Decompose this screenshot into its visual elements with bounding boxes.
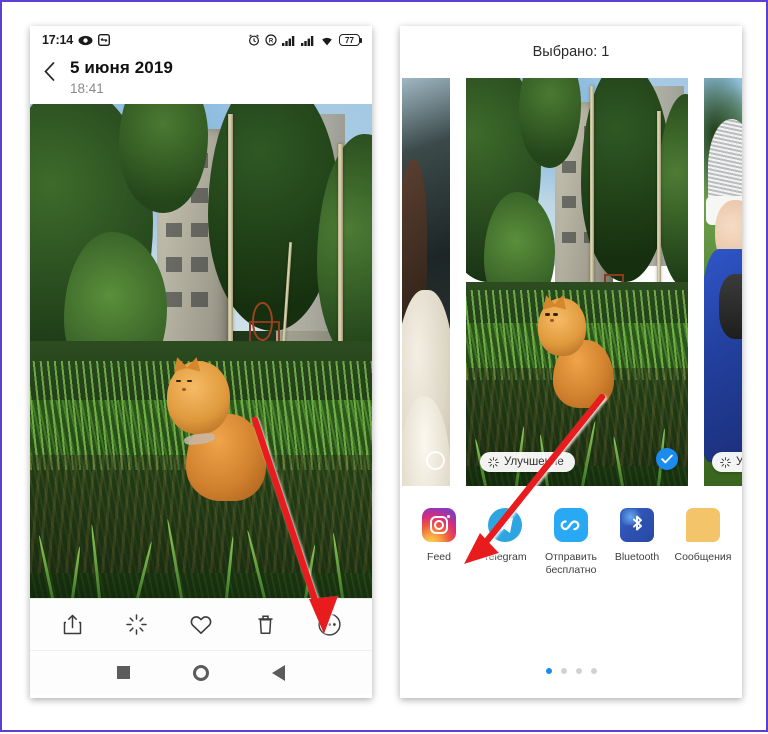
share-app-label: Telegram	[483, 551, 527, 563]
telegram-icon	[488, 508, 522, 542]
right-phone-panel: Выбрано: 1 Улучшение У Feed Telegram Отп…	[400, 26, 742, 698]
status-bar-left: 17:14	[42, 33, 110, 47]
circle-icon	[192, 664, 209, 681]
photo-header-texts: 5 июня 2019 18:41	[70, 58, 173, 96]
thumbnail-cat[interactable]: Улучшение	[466, 78, 688, 486]
dnd-icon: R	[265, 34, 277, 46]
sparkle-icon	[720, 456, 731, 468]
photo-playground-ring	[252, 301, 273, 342]
share-app-row: Feed Telegram Отправить бесплатно Blueto…	[406, 508, 736, 577]
share-app-label: Сообщения	[674, 551, 732, 563]
share-app-shareme[interactable]: Отправить бесплатно	[541, 508, 601, 577]
check-circle-icon[interactable]	[656, 448, 678, 470]
home-button[interactable]	[192, 664, 209, 681]
enhance-chip-label: Улучшение	[504, 456, 564, 468]
recents-button[interactable]	[117, 666, 131, 679]
square-icon	[117, 666, 131, 679]
more-button[interactable]	[311, 606, 349, 644]
status-bar-right: R 77	[248, 34, 362, 46]
photo-time: 18:41	[70, 81, 104, 96]
share-app-label: Bluetooth	[614, 551, 660, 563]
share-app-label: Отправить бесплатно	[544, 551, 598, 577]
thumbnail-baby-blanket[interactable]	[402, 78, 450, 486]
status-bar: 17:14 R 77	[30, 26, 372, 54]
enhance-chip-label: Улуч	[736, 456, 742, 468]
thumbnail-strip: Улучшение У	[400, 78, 742, 486]
message-bubble-icon	[686, 508, 720, 542]
page-dot[interactable]	[575, 668, 582, 674]
triangle-left-icon	[271, 664, 285, 681]
photo-date: 5 июня 2019	[70, 58, 173, 77]
page-dot[interactable]	[590, 668, 597, 674]
photo-toolbar	[30, 598, 372, 650]
sparkle-icon	[488, 456, 499, 468]
photo-header: 5 июня 2019 18:41	[30, 54, 372, 104]
page-dot[interactable]	[560, 668, 567, 674]
favorite-button[interactable]	[182, 606, 220, 644]
svg-text:R: R	[269, 38, 274, 44]
wifi-icon	[322, 37, 332, 45]
battery-icon: 77	[339, 34, 362, 46]
selection-header: Выбрано: 1	[400, 26, 742, 78]
back-button[interactable]	[271, 664, 285, 681]
back-chevron-icon[interactable]	[44, 58, 70, 86]
share-app-label: Feed	[427, 551, 451, 563]
alarm-icon	[248, 34, 260, 46]
enhance-button[interactable]	[118, 606, 156, 644]
share-sheet-page-dots[interactable]	[400, 668, 742, 674]
share-button[interactable]	[53, 606, 91, 644]
selection-count-label: Выбрано: 1	[532, 44, 610, 60]
signal-1-icon	[282, 35, 295, 46]
left-phone-panel: 17:14 R 77 5 июня 2019 18:41	[30, 26, 372, 698]
share-app-telegram[interactable]: Telegram	[475, 508, 535, 564]
screenshot-icon	[97, 34, 110, 46]
android-navigation-bar	[30, 650, 372, 694]
page-dot[interactable]	[545, 668, 552, 674]
bluetooth-icon	[620, 508, 654, 542]
share-app-feed[interactable]: Feed	[409, 508, 469, 564]
status-time: 17:14	[42, 33, 73, 47]
thumb-c-arm	[719, 273, 742, 340]
share-app-messages[interactable]: Сообщения	[673, 508, 733, 564]
share-sheet: Feed Telegram Отправить бесплатно Blueto…	[400, 486, 742, 698]
eye-icon	[78, 35, 93, 45]
shareme-infinity-icon	[554, 508, 588, 542]
enhance-chip[interactable]: Улучшение	[480, 452, 575, 472]
screenshot-canvas: 17:14 R 77 5 июня 2019 18:41 Выбрано: 1 …	[2, 2, 766, 730]
enhance-chip[interactable]: Улуч	[712, 452, 742, 472]
signal-2-icon	[301, 35, 314, 46]
delete-button[interactable]	[246, 606, 284, 644]
thumbnail-baby-hat[interactable]: Улуч	[704, 78, 742, 486]
battery-level: 77	[345, 35, 354, 45]
photo-cat	[160, 354, 280, 501]
share-app-bluetooth[interactable]: Bluetooth	[607, 508, 667, 564]
photo-viewer[interactable]	[30, 104, 372, 598]
instagram-icon	[422, 508, 456, 542]
empty-circle-icon[interactable]	[426, 451, 445, 470]
